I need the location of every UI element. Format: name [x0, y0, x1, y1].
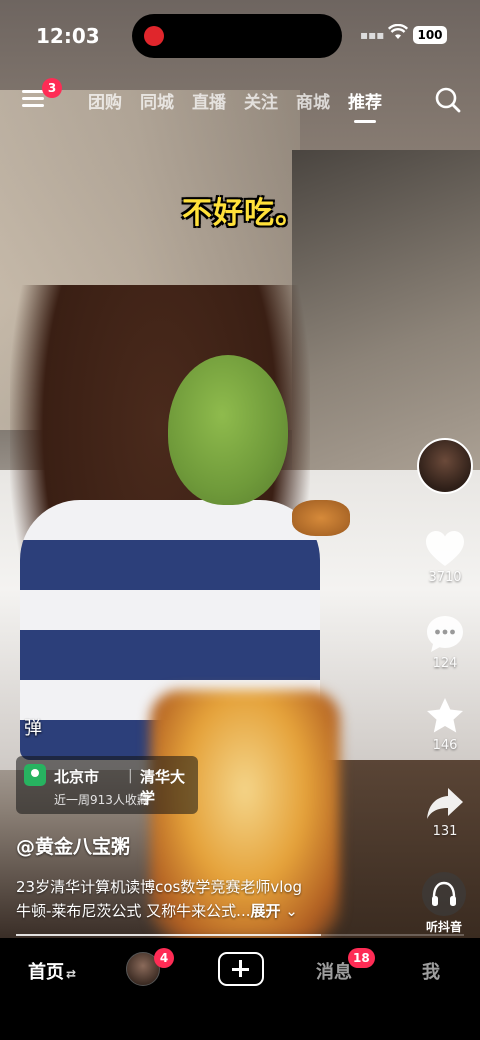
favorite-button[interactable]: 146 — [412, 696, 478, 753]
expand-link[interactable]: 展开 — [251, 902, 281, 920]
cellular-signal-icon: ▪▪▪ — [360, 28, 385, 42]
tab-following[interactable]: 关注 — [244, 88, 278, 113]
post-description-text: 牛顿-莱布尼茨公式 又称牛来公式... — [16, 902, 251, 920]
author-avatar[interactable] — [417, 438, 473, 494]
heart-icon — [426, 531, 464, 566]
status-bar: 12:03 ▪▪▪ 100 — [0, 0, 480, 72]
chevron-down-icon: ⌄ — [280, 902, 298, 920]
post-description-line1: 23岁清华计算机读博cos数学竞赛老师vlog — [16, 878, 303, 896]
search-icon[interactable] — [434, 86, 462, 114]
headphones-icon — [422, 872, 466, 916]
location-pin-icon — [24, 764, 46, 786]
recording-indicator-icon — [144, 26, 164, 46]
top-nav: 3 团购 同城 直播 关注 商城 推荐 — [0, 78, 480, 123]
location-subtitle: 近一周913人收藏 — [54, 793, 149, 807]
share-button[interactable]: 131 — [412, 786, 478, 839]
tab-group-buy[interactable]: 团购 — [88, 88, 122, 113]
refresh-arrows-icon: ⇄ — [66, 967, 77, 981]
bottom-nav: 首页 ⇄ 4 消息 18 我 — [0, 938, 480, 1040]
nav-home-label: 首页 — [28, 962, 64, 983]
friends-badge: 4 — [154, 948, 174, 968]
star-icon — [427, 698, 463, 733]
like-count: 3710 — [428, 570, 462, 585]
messages-badge: 18 — [348, 948, 375, 968]
share-count: 131 — [432, 824, 458, 839]
comment-count: 124 — [432, 656, 458, 671]
video-subtitle: 不好吃。 — [182, 196, 306, 231]
listen-button[interactable]: 听抖音 — [416, 872, 472, 935]
video-scene-food-skewer — [292, 500, 350, 536]
location-card[interactable]: 北京市 | 清华大学 近一周913人收藏 — [16, 756, 198, 814]
tab-live[interactable]: 直播 — [192, 88, 226, 113]
nav-messages[interactable]: 消息 — [316, 958, 352, 984]
tab-mall[interactable]: 商城 — [296, 88, 330, 113]
share-arrow-icon — [427, 788, 463, 819]
nav-home[interactable]: 首页 ⇄ — [28, 958, 76, 984]
top-tabs: 团购 同城 直播 关注 商城 推荐 — [58, 88, 400, 123]
comment-button[interactable]: 124 — [412, 614, 478, 671]
post-description-line2: 牛顿-莱布尼茨公式 又称牛来公式...展开 ⌄ — [16, 900, 298, 921]
tab-recommend[interactable]: 推荐 — [348, 88, 382, 123]
battery-icon: 100 — [413, 26, 447, 44]
tab-local[interactable]: 同城 — [140, 88, 174, 113]
favorite-count: 146 — [432, 738, 458, 753]
video-progress-bar[interactable] — [16, 934, 464, 936]
comment-icon — [427, 616, 463, 652]
create-plus-button[interactable] — [218, 952, 264, 986]
menu-icon[interactable] — [22, 90, 44, 108]
nav-me[interactable]: 我 — [422, 958, 440, 984]
video-scene-person-face — [168, 355, 288, 505]
wifi-icon — [387, 23, 409, 45]
danmu-toggle[interactable]: 弹 — [24, 714, 42, 740]
video-progress-fill — [16, 934, 321, 936]
location-divider: | — [128, 768, 133, 784]
like-button[interactable]: 3710 — [412, 530, 478, 585]
author-name[interactable]: @黄金八宝粥 — [16, 832, 130, 859]
listen-label: 听抖音 — [425, 920, 462, 934]
status-time: 12:03 — [36, 24, 100, 48]
location-city: 北京市 — [54, 768, 100, 786]
